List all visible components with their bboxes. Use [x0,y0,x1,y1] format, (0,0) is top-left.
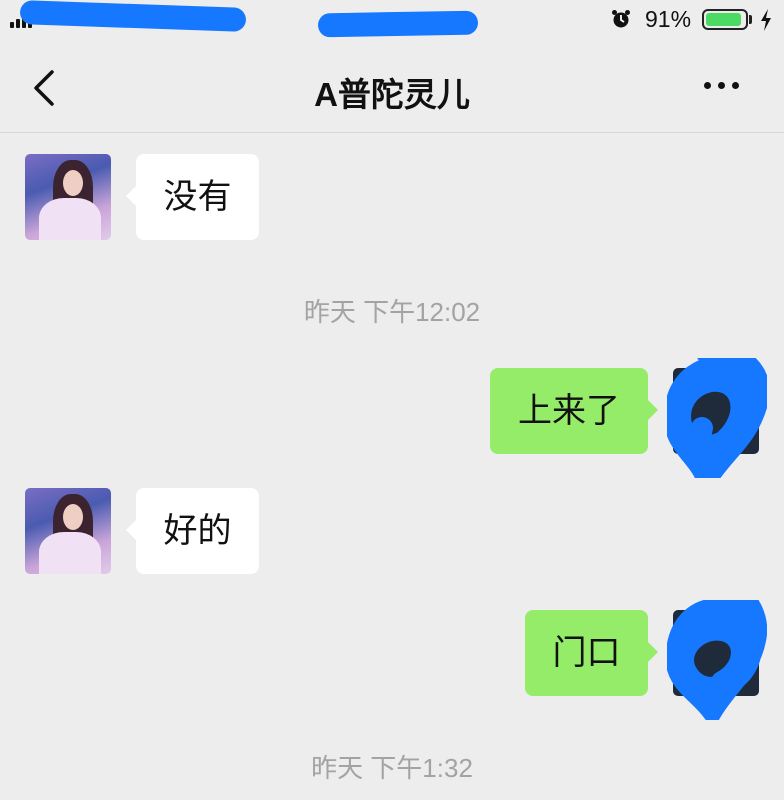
more-button[interactable] [704,82,739,89]
my-avatar[interactable] [667,600,767,720]
incoming-message-bubble[interactable]: 好的 [126,488,259,574]
more-dot [732,82,739,89]
message-timestamp: 昨天 下午1:32 [311,753,473,783]
contact-avatar[interactable] [25,488,111,574]
my-avatar[interactable] [667,358,767,478]
outgoing-message-bubble[interactable]: 上来了 [490,368,658,454]
more-dot [704,82,711,89]
outgoing-message-bubble[interactable]: 门口 [525,610,658,696]
redaction-scribble [667,600,767,720]
incoming-message-bubble[interactable]: 没有 [126,154,259,240]
battery-cap [749,15,752,24]
redaction-scribble [19,0,247,32]
message-timestamp: 昨天 下午12:02 [303,297,481,327]
redaction-scribble [317,10,479,38]
charging-bolt-icon [761,9,771,31]
status-bar: 91% [0,0,784,42]
chat-header: A普陀灵儿 [0,42,784,133]
battery-percent: 91% [645,6,692,32]
more-dot [718,82,725,89]
alarm-clock-icon [612,10,630,28]
redaction-scribble [667,358,767,478]
contact-avatar[interactable] [25,154,111,240]
battery-icon [702,9,748,30]
chat-title: A普陀灵儿 [314,76,470,113]
